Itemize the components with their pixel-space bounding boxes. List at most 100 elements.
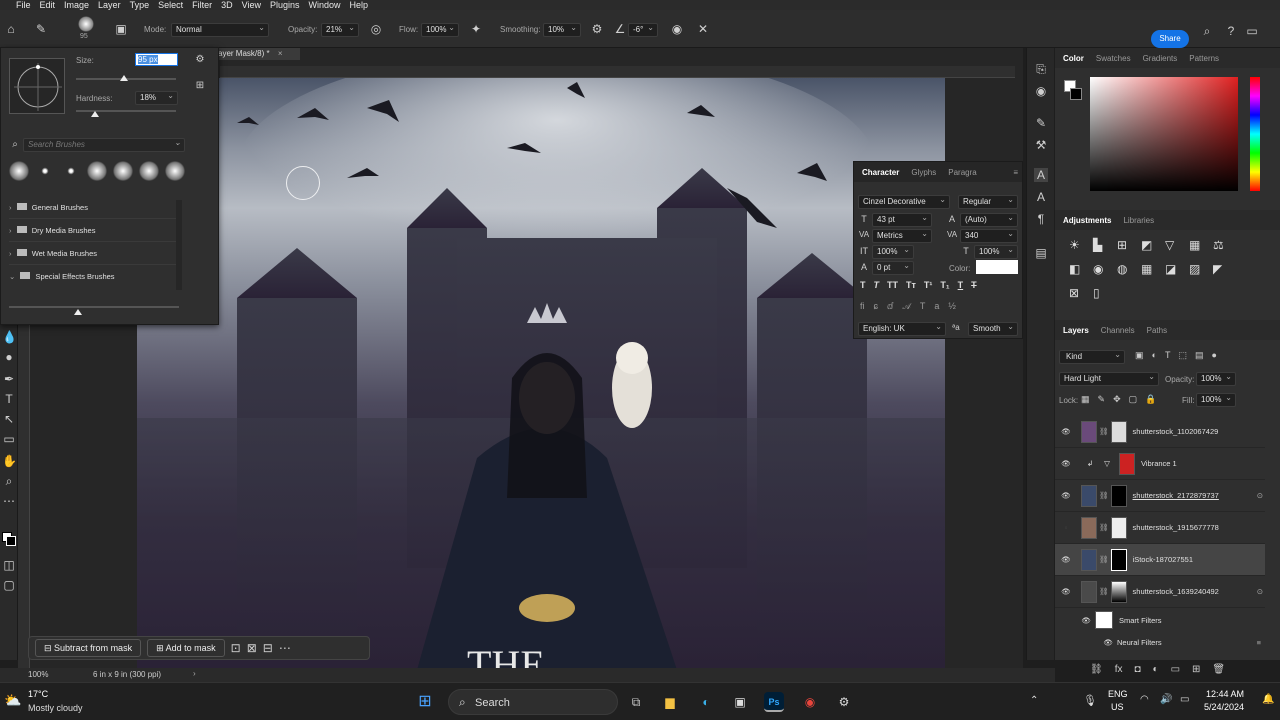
smart-filters-row[interactable]: 👁 Smart Filters xyxy=(1055,608,1265,632)
task-view-icon[interactable]: ⧉ xyxy=(626,692,646,712)
underline-icon[interactable]: T xyxy=(958,280,964,290)
lock-paint-icon[interactable]: ✎ xyxy=(1098,394,1106,405)
photo-filter-icon[interactable]: ◉ xyxy=(1093,262,1117,276)
flow-input[interactable]: 100% xyxy=(421,22,459,37)
document-canvas[interactable]: THE xyxy=(137,78,945,670)
size-slider-thumb[interactable] xyxy=(120,75,128,81)
layer-opacity-input[interactable]: 100% xyxy=(1196,371,1236,386)
hardness-slider-thumb[interactable] xyxy=(91,111,99,117)
new-preset-icon[interactable]: ⊞ xyxy=(194,79,206,93)
adjustment-filter-icon[interactable]: ◐ xyxy=(1152,350,1157,361)
weather-icon[interactable]: ⛅ xyxy=(4,692,21,709)
kerning-select[interactable]: Metrics xyxy=(872,228,932,243)
visibility-eye-icon[interactable]: ▫ xyxy=(1055,523,1077,532)
text-color-swatch[interactable] xyxy=(976,260,1018,274)
brush-tip-icon[interactable] xyxy=(165,161,185,181)
tab-paragraph[interactable]: Paragra xyxy=(948,168,976,177)
smart-filter-icon[interactable]: ▤ xyxy=(1195,350,1204,361)
horizontal-scale-input[interactable]: 100% xyxy=(974,244,1018,259)
folder-special-effects-brushes[interactable]: ⌄ Special Effects Brushes xyxy=(9,265,177,288)
bw-icon[interactable]: ◧ xyxy=(1069,262,1093,276)
add-to-mask-button[interactable]: ⊞ Add to mask xyxy=(147,639,225,657)
subtract-from-mask-button[interactable]: ⊟ Subtract from mask xyxy=(35,639,142,657)
fill-input[interactable]: 100% xyxy=(1196,392,1236,407)
workspace-icon[interactable]: ▭ xyxy=(1246,24,1258,38)
hue-slider[interactable] xyxy=(1250,77,1260,191)
more-tools-icon[interactable]: ⋯ xyxy=(2,494,16,508)
tab-channels[interactable]: Channels xyxy=(1101,326,1135,335)
pressure-size-icon[interactable]: ◉ xyxy=(670,22,684,36)
menu-type[interactable]: Type xyxy=(130,0,150,10)
hardness-input[interactable]: 18% xyxy=(135,90,178,105)
visibility-eye-icon[interactable]: 👁 xyxy=(1055,616,1095,625)
lookup-icon[interactable]: ▦ xyxy=(1141,262,1165,276)
brush-tip-icon[interactable] xyxy=(113,161,133,181)
stylistic-alt-icon[interactable]: 𝒜 xyxy=(902,301,911,312)
taskbar-search-box[interactable]: ⌕ Search xyxy=(448,689,618,715)
invert-icon[interactable]: ◪ xyxy=(1165,262,1189,276)
visibility-eye-icon[interactable]: 👁 xyxy=(1055,459,1077,468)
lock-all-icon[interactable]: 🔒 xyxy=(1145,394,1156,405)
menu-filter[interactable]: Filter xyxy=(192,0,212,10)
brush-tip-icon[interactable] xyxy=(9,161,29,181)
visibility-eye-icon[interactable]: 👁 xyxy=(1055,638,1117,647)
vibrance-icon[interactable]: ▽ xyxy=(1165,238,1189,252)
character-styles-icon[interactable]: A xyxy=(1034,190,1048,204)
clock-date[interactable]: 5/24/2024 xyxy=(1204,702,1244,712)
menu-edit[interactable]: Edit xyxy=(40,0,56,10)
battery-icon[interactable]: ▭ xyxy=(1180,694,1189,705)
delete-layer-icon[interactable]: 🗑 xyxy=(1212,664,1225,675)
color-field[interactable] xyxy=(1090,77,1238,191)
new-layer-icon[interactable]: ⊞ xyxy=(1192,664,1200,675)
brush-search-input[interactable]: Search Brushes xyxy=(23,137,185,152)
new-group-icon[interactable]: ▭ xyxy=(1171,664,1180,675)
link-layers-icon[interactable]: ⛓ xyxy=(1090,664,1103,675)
lock-pixels-icon[interactable]: ▦ xyxy=(1081,394,1090,405)
layer-row-selected[interactable]: 👁 ⛓ iStock-187027551 xyxy=(1055,544,1265,576)
filter-mask-thumbnail[interactable] xyxy=(1095,611,1113,629)
opacity-input[interactable]: 21% xyxy=(321,22,359,37)
brush-tip-icon[interactable] xyxy=(61,161,81,181)
brush-tool-icon[interactable]: ✎ xyxy=(34,22,48,36)
layer-row[interactable]: ▫ ⛓ shutterstock_1915677778 xyxy=(1055,512,1265,544)
strikethrough-icon[interactable]: T xyxy=(971,280,977,290)
menu-help[interactable]: Help xyxy=(350,0,369,10)
background-color-swatch[interactable] xyxy=(6,536,16,546)
tab-color[interactable]: Color xyxy=(1063,54,1084,63)
brush-settings-icon[interactable]: ✎ xyxy=(1034,116,1048,130)
status-arrow-icon[interactable]: › xyxy=(193,669,196,678)
blur-tool-icon[interactable]: 💧 xyxy=(2,330,17,344)
mode-select[interactable]: Normal xyxy=(171,22,269,37)
filter-toggle-icon[interactable]: ● xyxy=(1211,350,1216,361)
pixel-filter-icon[interactable]: ▣ xyxy=(1135,350,1144,361)
edge-icon[interactable]: ◐ xyxy=(696,692,716,712)
weather-temp[interactable]: 17°C xyxy=(28,689,48,699)
share-button[interactable]: Share xyxy=(1151,30,1189,48)
microphone-icon[interactable]: 🎙 xyxy=(1083,694,1097,707)
pen-tool-icon[interactable]: ✒ xyxy=(2,372,16,386)
gradient-map-icon[interactable]: ▯ xyxy=(1093,286,1117,300)
invert-mask-icon[interactable]: ⊠ xyxy=(247,641,257,655)
angle-input[interactable]: -6° xyxy=(628,22,658,37)
store-icon[interactable]: ▣ xyxy=(730,692,750,712)
history-icon[interactable]: ⎘ xyxy=(1034,62,1048,76)
close-tab-icon[interactable]: × xyxy=(278,49,283,58)
panel-menu-icon[interactable]: ≡ xyxy=(1013,168,1018,177)
tab-patterns[interactable]: Patterns xyxy=(1189,54,1219,63)
mask-thumbnail[interactable] xyxy=(1110,548,1127,571)
properties-icon[interactable]: ▤ xyxy=(1034,246,1048,260)
mask-thumbnail[interactable] xyxy=(1110,516,1127,539)
tab-libraries[interactable]: Libraries xyxy=(1123,216,1154,225)
shape-filter-icon[interactable]: ⬚ xyxy=(1178,350,1187,361)
brush-preset-icon[interactable] xyxy=(78,16,94,32)
posterize-icon[interactable]: ▨ xyxy=(1189,262,1213,276)
levels-icon[interactable]: ▙ xyxy=(1093,238,1117,252)
symmetry-icon[interactable]: ✕ xyxy=(696,22,710,36)
vertical-scale-input[interactable]: 100% xyxy=(872,244,914,259)
visibility-eye-icon[interactable]: 👁 xyxy=(1055,555,1077,564)
lock-move-icon[interactable]: ✥ xyxy=(1113,394,1121,405)
tab-swatches[interactable]: Swatches xyxy=(1096,54,1131,63)
visibility-eye-icon[interactable]: 👁 xyxy=(1055,491,1077,500)
new-adjustment-icon[interactable]: ◐ xyxy=(1153,664,1159,675)
mask-thumbnail[interactable] xyxy=(1119,452,1135,475)
